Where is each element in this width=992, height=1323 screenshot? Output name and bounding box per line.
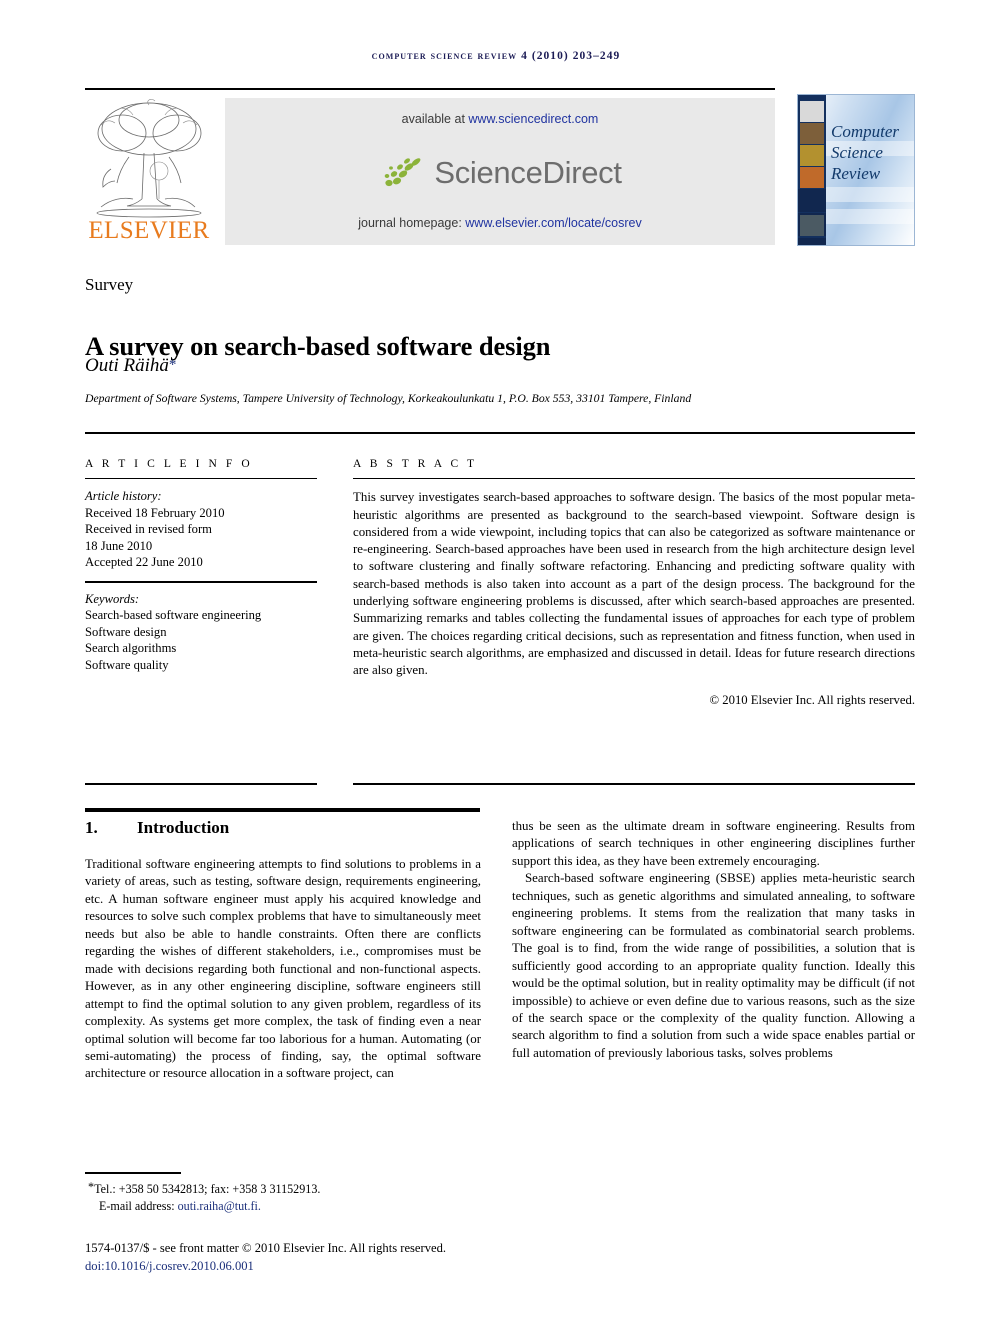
elsevier-wordmark: ELSEVIER	[88, 217, 210, 244]
article-history: Article history: Received 18 February 20…	[85, 488, 317, 571]
running-head-volume: 4 (2010) 203–249	[521, 50, 621, 62]
journal-homepage-line: journal homepage: www.elsevier.com/locat…	[225, 216, 775, 230]
keywords-list: Keywords: Search-based software engineer…	[85, 591, 317, 674]
article-info-bottom-rule	[85, 783, 317, 786]
section-number: 1.	[85, 818, 98, 837]
front-matter-line: 1574-0137/$ - see front matter © 2010 El…	[85, 1241, 447, 1255]
available-at-label: available at	[401, 112, 465, 126]
article-history-label: Article history:	[85, 489, 162, 504]
affiliation-rule	[85, 432, 915, 435]
cover-block	[798, 238, 826, 245]
article-info-column: A R T I C L E I N F O Article history: R…	[85, 458, 317, 673]
article-info-rule	[85, 478, 317, 480]
cover-title: Computer Science Review	[831, 121, 899, 184]
paper-page: COMPUTER SCIENCE REVIEW 4 (2010) 203–249	[0, 0, 992, 1323]
journal-homepage-label: journal homepage:	[358, 216, 462, 230]
journal-homepage-link[interactable]: www.elsevier.com/locate/cosrev	[465, 216, 641, 230]
abstract-rule	[353, 478, 915, 480]
keyword-item: Search algorithms	[85, 641, 177, 656]
cover-chip	[800, 145, 824, 166]
sciencedirect-band: available at www.sciencedirect.com Scien…	[225, 98, 775, 245]
cover-title-line3: Review	[831, 164, 881, 183]
intro-paragraph-right-2: Search-based software engineering (SBSE)…	[512, 871, 915, 1060]
masthead: ELSEVIER available at www.sciencedirect.…	[85, 95, 775, 250]
article-type-label: Survey	[85, 275, 134, 294]
running-head: COMPUTER SCIENCE REVIEW 4 (2010) 203–249	[0, 50, 992, 62]
article-info-caption: A R T I C L E I N F O	[85, 458, 253, 470]
abstract-caption: A B S T R A C T	[353, 458, 478, 470]
history-item: 18 June 2010	[85, 538, 153, 553]
front-matter: 1574-0137/$ - see front matter © 2010 El…	[85, 1240, 605, 1275]
footnote-email-line: E-mail address: outi.raiha@tut.fi.	[85, 1198, 505, 1215]
cover-title-line2: Science	[831, 143, 883, 162]
intro-paragraph-right-1: thus be seen as the ultimate dream in so…	[512, 819, 915, 868]
author-label: Outi Räihä	[85, 355, 169, 376]
sciencedirect-wordmark: ScienceDirect	[434, 155, 622, 190]
section-heading-introduction: 1. Introduction	[85, 818, 481, 838]
cover-block	[798, 189, 826, 212]
abstract-bottom-rule	[353, 783, 915, 786]
footnote: *Tel.: +358 50 5342813; fax: +358 3 3115…	[85, 1179, 505, 1214]
cover-title-line1: Computer	[831, 122, 899, 141]
doi-link[interactable]: doi:10.1016/j.cosrev.2010.06.001	[85, 1258, 605, 1276]
cover-band	[826, 209, 914, 224]
sciencedirect-leaves-icon	[385, 158, 421, 187]
cover-chip	[800, 101, 824, 122]
keywords-label: Keywords:	[85, 591, 140, 606]
keywords-rule	[85, 580, 317, 583]
email-label: E-mail address:	[99, 1198, 175, 1213]
header-rule	[85, 88, 775, 91]
elsevier-logo: ELSEVIER	[85, 95, 213, 247]
keyword-item: Search-based software engineering	[85, 608, 262, 623]
email-link[interactable]: outi.raiha@tut.fi.	[178, 1199, 261, 1213]
page-title: A survey on search-based software design	[85, 330, 551, 361]
cover-chip	[800, 123, 824, 144]
sciencedirect-logo: ScienceDirect	[225, 150, 775, 198]
abstract-copyright: © 2010 Elsevier Inc. All rights reserved…	[709, 692, 915, 707]
abstract-column: A B S T R A C T This survey investigates…	[353, 458, 915, 708]
introduction-top-rule	[85, 808, 480, 813]
author-name: Outi Räihä*	[85, 355, 176, 377]
keyword-item: Software design	[85, 624, 167, 639]
cover-chip	[800, 167, 824, 188]
body-column-left: 1. Introduction Traditional software engi…	[85, 818, 481, 1083]
affiliation: Department of Software Systems, Tampere …	[85, 392, 692, 405]
abstract-text: This survey investigates search-based ap…	[353, 490, 915, 678]
body-column-right: thus be seen as the ultimate dream in so…	[512, 818, 915, 1062]
section-title: Introduction	[137, 818, 230, 837]
cover-chip	[800, 215, 824, 236]
running-head-journal: COMPUTER SCIENCE REVIEW	[371, 50, 518, 62]
footnote-contact: Tel.: +358 50 5342813; fax: +358 3 31152…	[94, 1182, 321, 1196]
footnote-rule	[85, 1172, 181, 1175]
footnote-contact-line: *Tel.: +358 50 5342813; fax: +358 3 3115…	[85, 1179, 505, 1198]
cover-band	[826, 187, 914, 202]
history-item: Received 18 February 2010	[85, 505, 225, 520]
sciencedirect-link[interactable]: www.sciencedirect.com	[468, 112, 598, 126]
author-footnote-marker[interactable]: *	[169, 357, 177, 373]
intro-paragraph-left: Traditional software engineering attempt…	[85, 857, 481, 1081]
history-item: Accepted 22 June 2010	[85, 555, 203, 570]
elsevier-tree-icon	[96, 99, 202, 218]
journal-cover-thumbnail: Computer Science Review	[797, 94, 915, 246]
available-at-line: available at www.sciencedirect.com	[225, 112, 775, 126]
keyword-item: Software quality	[85, 657, 169, 672]
history-item: Received in revised form	[85, 522, 212, 537]
